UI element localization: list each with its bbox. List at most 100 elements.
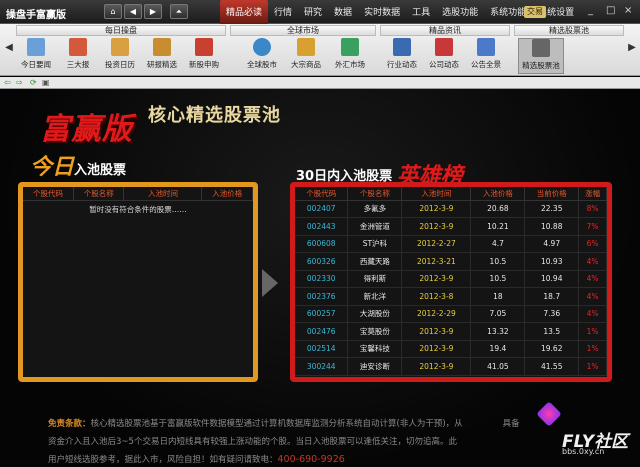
refresh-icon[interactable]: ⟳ (30, 78, 37, 87)
table-row[interactable]: 600608 ST沪科 2012-2-27 4.7 4.97 6% (295, 235, 607, 253)
tool-label: 公告全景 (471, 60, 501, 69)
cell-code: 002376 (295, 287, 349, 306)
cell-current-price: 22.35 (524, 200, 580, 218)
tool-three-reports[interactable]: 三大报 (58, 38, 98, 74)
tool-commodities[interactable]: 大宗商品 (286, 38, 326, 74)
page-icon[interactable]: ▣ (42, 78, 50, 87)
tool-label: 精选股票池 (522, 61, 560, 70)
cell-code: 300244 (295, 357, 349, 376)
disclaimer-line2: 资金介入且入池后3~5个交易日内短线具有较强上涨动能的个股。当日入池股票可以逢低… (48, 437, 457, 447)
empty-message: 暂时没有符合条件的股票…… (89, 204, 187, 214)
tool-announcements[interactable]: 公告全景 (466, 38, 506, 74)
disclaimer: 免责条款：核心精选股票池基于富赢版软件数据模型通过计算机数据库监测分析系统自动计… (48, 415, 578, 467)
cell-code: 600608 (295, 235, 349, 253)
cell-code: 600257 (295, 305, 349, 323)
brand-logo: 富赢版 (40, 112, 133, 147)
table-row[interactable]: 002514 宝馨科技 2012-3-9 19.4 19.62 1% (295, 340, 607, 358)
close-icon[interactable]: × (624, 5, 632, 16)
toolbar-scroll-right-icon[interactable]: ▶ (627, 42, 637, 62)
home-icon[interactable]: ⌂ (104, 4, 122, 19)
cell-current-price: 41.55 (524, 357, 580, 376)
tool-label: 外汇市场 (335, 60, 365, 69)
tool-research-picks[interactable]: 研报精选 (142, 38, 182, 74)
tool-today-news[interactable]: 今日要闻 (16, 38, 56, 74)
table-row[interactable]: 002476 宝莫股份 2012-3-9 13.32 13.5 1% (295, 322, 607, 341)
back-icon[interactable]: ◀ (124, 4, 142, 19)
cell-entry-time: 2012-3-21 (401, 252, 472, 271)
document-icon (153, 38, 171, 56)
table-row[interactable]: 600326 西藏天路 2012-3-21 10.5 10.93 4% (295, 252, 607, 271)
hero-stocks-panel: 个股代码 个股名称 入池时间 入池价格 当前价格 涨幅 002407 多氟多 201… (290, 182, 612, 382)
table-row[interactable]: 002330 得利斯 2012-3-9 10.5 10.94 4% (295, 270, 607, 288)
tool-ipo-subscription[interactable]: 新股申购 (184, 38, 224, 74)
up-icon[interactable]: ⏶ (170, 4, 188, 19)
tool-company-news[interactable]: 公司动态 (424, 38, 464, 74)
cell-code: 600326 (295, 252, 349, 271)
cell-current-price: 13.5 (524, 322, 580, 341)
toolbar-scroll-left-icon[interactable]: ◀ (4, 42, 14, 62)
cell-name: 得利斯 (347, 270, 403, 288)
tool-label: 公司动态 (429, 60, 459, 69)
tool-label: 大宗商品 (291, 60, 321, 69)
cell-code: 002514 (295, 340, 349, 358)
disclaimer-line1: 核心精选股票池基于富赢版软件数据模型通过计算机数据库监测分析系统自动计算(非人为… (90, 419, 463, 429)
menu-item-realtime[interactable]: 实时数据 (358, 0, 406, 24)
tool-forex[interactable]: 外汇市场 (330, 38, 370, 74)
cell-code: 002407 (295, 200, 349, 218)
today-section-title: 今日入池股票 (30, 149, 126, 181)
company-icon (435, 38, 453, 56)
minimize-icon[interactable]: _ (588, 5, 593, 16)
cell-change: 4% (578, 270, 607, 288)
browser-nav-row: ⇦ ⇨ ⟳ ▣ (0, 77, 640, 89)
tool-stock-pool[interactable]: 精选股票池 (518, 38, 564, 74)
menu-item-data[interactable]: 数据 (328, 0, 358, 24)
menu-item-tools[interactable]: 工具 (406, 0, 436, 24)
table-row[interactable]: 600257 大湖股份 2012-2-29 7.05 7.36 4% (295, 305, 607, 323)
forward-arrow-icon[interactable]: ⇨ (16, 78, 23, 87)
disclaimer-lead: 免责条款： (48, 419, 91, 429)
col-entry-price: 入池价格 (201, 187, 253, 201)
menu-item-research[interactable]: 研究 (298, 0, 328, 24)
today-title-rest: 入池股票 (74, 163, 127, 178)
tool-label: 投资日历 (105, 60, 135, 69)
cell-entry-time: 2012-3-9 (401, 200, 472, 218)
forward-icon[interactable]: ▶ (144, 4, 162, 19)
cell-entry-time: 2012-3-9 (401, 217, 472, 236)
tool-industry-news[interactable]: 行业动态 (382, 38, 422, 74)
cell-entry-time: 2012-3-9 (401, 340, 472, 358)
tool-global-stocks[interactable]: 全球股市 (242, 38, 282, 74)
col-code: 个股代码 (23, 187, 74, 201)
cell-name: 金洲管道 (347, 217, 403, 236)
cell-entry-time: 2012-3-9 (401, 357, 472, 376)
tool-investment-calendar[interactable]: 投资日历 (100, 38, 140, 74)
group-stock-pool: 精选股票池 (514, 25, 624, 36)
hotline-number: 400-690-9926 (277, 454, 345, 465)
cell-name: 迪安诊断 (347, 357, 403, 376)
ipo-icon (195, 38, 213, 56)
cell-name: 宝馨科技 (347, 340, 403, 358)
menu-item-stock-picking[interactable]: 选股功能 (436, 0, 484, 24)
table-header: 个股代码 个股名称 入池时间 入池价格 当前价格 涨幅 (295, 187, 607, 201)
cell-current-price: 10.88 (524, 217, 580, 236)
trade-button[interactable]: 交易 (524, 6, 546, 18)
disclaimer-line3: 用户短线选股参考，据此入市，风险自担！如有疑问请致电： (48, 455, 278, 465)
tool-label: 今日要闻 (21, 60, 51, 69)
table-row[interactable]: 002443 金洲管道 2012-3-9 10.21 10.88 7% (295, 217, 607, 236)
today-stocks-table: 个股代码 个股名称 入池时间 入池价格 (23, 187, 253, 201)
menu-item-quotes[interactable]: 行情 (268, 0, 298, 24)
hero-stocks-table: 个股代码 个股名称 入池时间 入池价格 当前价格 涨幅 002407 多氟多 201… (295, 187, 607, 376)
stock-pool-page: 富赢版 核心精选股票池 今日入池股票 30日内入池股票 英雄榜 个股代码 个股名… (0, 89, 640, 467)
banner-subtitle: 核心精选股票池 (148, 105, 281, 126)
commodity-icon (297, 38, 315, 56)
cell-change: 4% (578, 252, 607, 271)
menu-item-featured[interactable]: 精品必读 (220, 0, 269, 24)
table-row[interactable]: 300244 迪安诊断 2012-3-9 41.05 41.55 1% (295, 357, 607, 376)
today-title-big: 今日 (30, 154, 75, 180)
table-row[interactable]: 002376 新北洋 2012-3-8 18 18.7 4% (295, 287, 607, 306)
maximize-icon[interactable]: □ (606, 5, 615, 16)
app-title: 操盘手富赢版 (6, 10, 66, 21)
back-arrow-icon[interactable]: ⇦ (4, 78, 11, 87)
table-row[interactable]: 002407 多氟多 2012-3-9 20.68 22.35 8% (295, 200, 607, 218)
group-daily-trading: 每日操盘 (16, 25, 226, 36)
col-code: 个股代码 (295, 187, 349, 201)
